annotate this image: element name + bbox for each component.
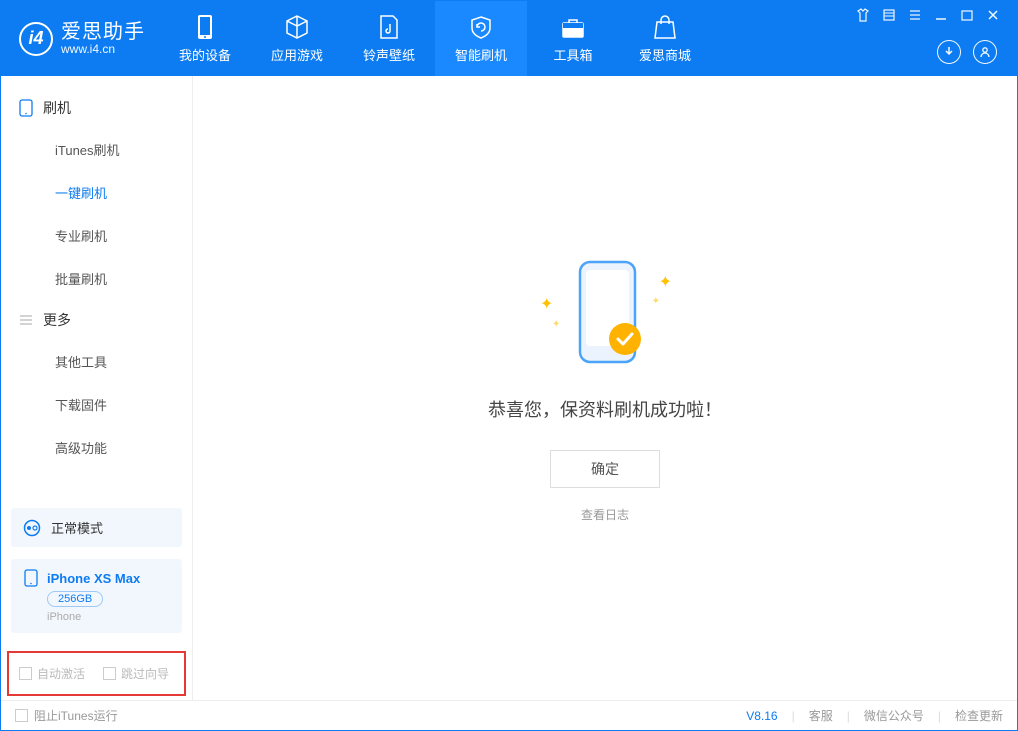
download-icon[interactable] [937,40,961,64]
cube-icon [284,14,310,40]
app-name: 爱思助手 [61,21,145,43]
checkbox-icon [15,709,28,722]
music-file-icon [376,14,402,40]
logo-text: 爱思助手 www.i4.cn [61,21,145,56]
user-controls [937,40,1007,76]
user-icon[interactable] [973,40,997,64]
sidebar-item-batch-flash[interactable]: 批量刷机 [1,257,192,300]
phone-device-icon [23,569,39,587]
success-message: 恭喜您，保资料刷机成功啦！ [488,396,722,422]
normal-mode-icon [23,519,41,537]
menu-icon[interactable] [881,7,897,23]
checkbox-icon [103,667,116,680]
tab-label: 我的设备 [179,45,231,64]
sidebar: 刷机 iTunes刷机 一键刷机 专业刷机 批量刷机 更多 其他工具 下载固件 … [1,76,193,700]
tab-label: 智能刷机 [455,45,507,64]
header-right [855,1,1007,76]
window-controls [855,1,1007,23]
header: i4 爱思助手 www.i4.cn 我的设备 应用游戏 铃声壁纸 智能刷机 工具… [1,1,1017,76]
checkbox-label: 自动激活 [37,665,85,682]
tab-label: 应用游戏 [271,45,323,64]
ok-button[interactable]: 确定 [550,450,660,488]
skip-guide-checkbox[interactable]: 跳过向导 [103,665,169,682]
tab-my-device[interactable]: 我的设备 [159,1,251,76]
sidebar-item-advanced[interactable]: 高级功能 [1,426,192,469]
app-url: www.i4.cn [61,43,145,56]
device-mode-box[interactable]: 正常模式 [11,508,182,547]
sidebar-item-itunes-flash[interactable]: iTunes刷机 [1,128,192,171]
logo[interactable]: i4 爱思助手 www.i4.cn [1,21,159,56]
device-icon [192,14,218,40]
tab-ringtone-wallpaper[interactable]: 铃声壁纸 [343,1,435,76]
close-icon[interactable] [985,7,1001,23]
version-label: V8.16 [746,709,777,723]
toolbox-icon [560,14,586,40]
body: 刷机 iTunes刷机 一键刷机 专业刷机 批量刷机 更多 其他工具 下载固件 … [1,76,1017,700]
device-mode-label: 正常模式 [51,518,103,537]
more-lines-icon [19,313,33,327]
checkbox-label: 阻止iTunes运行 [34,707,118,724]
sidebar-group-flash: 刷机 [1,88,192,128]
main-content: ✦ ✦ ✦ ✦ 恭喜您，保资料刷机成功啦！ 确定 查看日志 [193,76,1017,700]
logo-icon: i4 [19,22,53,56]
footer-link-support[interactable]: 客服 [809,707,833,724]
tab-toolbox[interactable]: 工具箱 [527,1,619,76]
separator: | [792,709,795,723]
device-info-box[interactable]: iPhone XS Max 256GB iPhone [11,559,182,633]
maximize-icon[interactable] [959,7,975,23]
footer-link-update[interactable]: 检查更新 [955,707,1003,724]
tab-label: 铃声壁纸 [363,45,415,64]
view-log-link[interactable]: 查看日志 [581,506,629,523]
footer: 阻止iTunes运行 V8.16 | 客服 | 微信公众号 | 检查更新 [1,700,1017,730]
auto-activate-checkbox[interactable]: 自动激活 [19,665,85,682]
device-name: iPhone XS Max [47,571,140,586]
group-title-label: 刷机 [43,98,71,118]
sidebar-item-pro-flash[interactable]: 专业刷机 [1,214,192,257]
minimize-icon[interactable] [933,7,949,23]
main-tabs: 我的设备 应用游戏 铃声壁纸 智能刷机 工具箱 爱思商城 [159,1,711,76]
sidebar-item-oneclick-flash[interactable]: 一键刷机 [1,171,192,214]
sidebar-item-other-tools[interactable]: 其他工具 [1,340,192,383]
success-illustration: ✦ ✦ ✦ ✦ [530,254,680,374]
phone-outline-icon [19,99,33,117]
tab-flash[interactable]: 智能刷机 [435,1,527,76]
sidebar-item-download-firmware[interactable]: 下载固件 [1,383,192,426]
shirt-icon[interactable] [855,7,871,23]
device-type: iPhone [47,611,170,623]
group-title-label: 更多 [43,310,71,330]
footer-right: V8.16 | 客服 | 微信公众号 | 检查更新 [746,707,1003,724]
checkbox-icon [19,667,32,680]
tab-apps-games[interactable]: 应用游戏 [251,1,343,76]
sidebar-group-more: 更多 [1,300,192,340]
highlighted-options-row: 自动激活 跳过向导 [7,651,186,696]
tab-store[interactable]: 爱思商城 [619,1,711,76]
device-capacity: 256GB [47,591,103,607]
checkbox-label: 跳过向导 [121,665,169,682]
tab-label: 工具箱 [553,45,592,64]
bag-icon [652,14,678,40]
tab-label: 爱思商城 [639,45,691,64]
footer-link-wechat[interactable]: 微信公众号 [864,707,924,724]
block-itunes-checkbox[interactable]: 阻止iTunes运行 [15,707,118,724]
separator: | [847,709,850,723]
refresh-shield-icon [468,14,494,40]
separator: | [938,709,941,723]
list-icon[interactable] [907,7,923,23]
